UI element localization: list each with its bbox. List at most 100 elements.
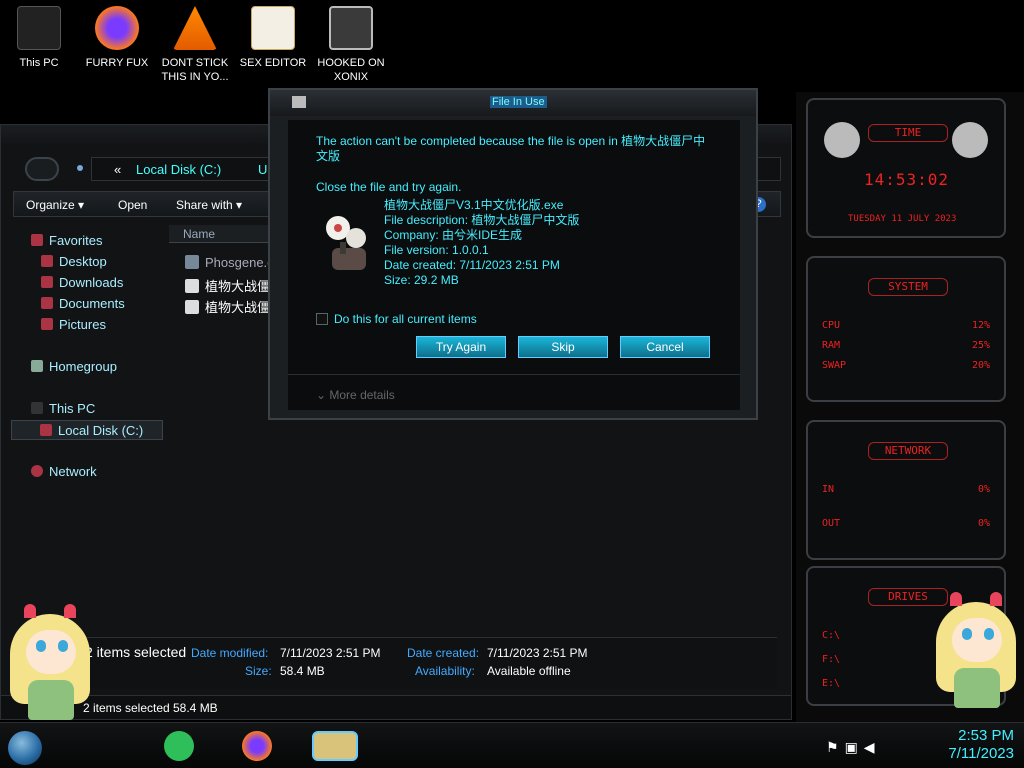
status-bar: 2 items selected 58.4 MB [1, 695, 791, 719]
alien-head-icon [952, 122, 988, 158]
cartoon-character-left [2, 600, 98, 720]
skip-button[interactable]: Skip [518, 336, 608, 358]
gadget-title: SYSTEM [868, 278, 948, 296]
nav-downloads[interactable]: Downloads [41, 275, 123, 290]
desktop-icon-vlc[interactable]: DONT STICK THIS IN YO... [158, 6, 232, 84]
recent-dot-icon [77, 165, 83, 171]
vlc-cone-icon [173, 6, 217, 50]
xonix-game-icon [329, 6, 373, 50]
dialog-separator [288, 374, 740, 375]
file-info: 植物大战僵尸V3.1中文优化版.exe File description: 植物… [384, 198, 579, 288]
nav-documents[interactable]: Documents [41, 296, 125, 311]
nav-local-disk[interactable]: Local Disk (C:) [11, 420, 163, 440]
more-details-toggle[interactable]: ⌄ More details [316, 388, 395, 402]
status-size: 58.4 MB [173, 701, 218, 715]
swap-value: 20% [971, 360, 990, 371]
chat-app-icon[interactable] [164, 731, 194, 761]
file-name: 植物大战僵尸V3.1中文优化版.exe [384, 198, 564, 212]
details-date-created: 7/11/2023 2:51 PM [487, 646, 588, 660]
computer-icon [31, 402, 43, 414]
details-count: 2 items selected [85, 644, 187, 660]
start-button[interactable] [8, 731, 42, 765]
clock-time: 14:53:02 [864, 170, 950, 189]
network-gadget: NETWORK IN 0% OUT 0% [806, 420, 1006, 560]
desktop-icon-xonix[interactable]: HOOKED ON XONIX [314, 6, 388, 84]
nav-this-pc[interactable]: This PC [31, 401, 95, 416]
open-button[interactable]: Open [118, 198, 147, 212]
system-gadget: SYSTEM CPU 12% RAM 25% SWAP 20% [806, 256, 1006, 402]
network-tray-icon[interactable]: ▣ [845, 739, 864, 755]
drive-e: E:\ [822, 678, 841, 689]
drive-icon [40, 424, 52, 436]
taskbar-time: 2:53 PM [958, 727, 1014, 744]
file-description: File description: 植物大战僵尸中文版 [384, 213, 580, 227]
gadget-title: TIME [868, 124, 948, 142]
breadcrumb-local-disk[interactable]: Local Disk (C:) [136, 162, 221, 177]
drive-c: C:\ [822, 630, 841, 641]
plant-app-icon [185, 279, 199, 293]
dialog-message: The action can't be completed because th… [316, 134, 706, 163]
desktop: This PC FURRY FUX DONT STICK THIS IN YO.… [0, 0, 1024, 768]
firefox-icon [95, 6, 139, 50]
details-size: 58.4 MB [280, 664, 325, 678]
navigation-pane: Favorites Desktop Downloads Documents Pi… [11, 225, 165, 655]
cpu-value: 12% [971, 320, 990, 331]
desktop-icon-label: FURRY FUX [85, 57, 149, 69]
desktop-icon-editor[interactable]: SEX EDITOR [236, 6, 310, 70]
taskbar-date: 7/11/2023 [948, 745, 1014, 762]
exe-file-icon [185, 255, 199, 269]
dialog-title-bar[interactable]: File In Use [270, 90, 756, 116]
desktop-icon-label: This PC [19, 57, 59, 69]
dialog-body: The action can't be completed because th… [288, 120, 740, 410]
clock[interactable]: 2:53 PM 7/11/2023 [904, 727, 1014, 763]
breadcrumb-chevron[interactable]: « [114, 162, 121, 177]
plant-app-icon [185, 300, 199, 314]
file-transfer-icon [292, 96, 306, 108]
nav-desktop[interactable]: Desktop [41, 254, 107, 269]
try-again-button[interactable]: Try Again [416, 336, 506, 358]
checkbox-box[interactable] [316, 313, 328, 325]
gadget-title: NETWORK [868, 442, 948, 460]
pictures-icon [41, 318, 53, 330]
nav-network[interactable]: Network [31, 464, 97, 479]
desktop-icon [41, 255, 53, 267]
documents-icon [41, 297, 53, 309]
desktop-icon-firefox[interactable]: FURRY FUX [80, 6, 154, 70]
file-version: File version: 1.0.0.1 [384, 243, 489, 257]
time-gadget: TIME 14:53:02 TUESDAY 11 JULY 2023 [806, 98, 1006, 238]
file-item-selected[interactable]: 植物大战僵 [185, 276, 270, 295]
dialog-title: File In Use [490, 96, 547, 108]
star-icon [31, 234, 43, 246]
drive-f: F:\ [822, 654, 841, 665]
desktop-icon-label: DONT STICK THIS IN YO... [161, 57, 229, 83]
nav-pictures[interactable]: Pictures [41, 317, 106, 332]
file-item-selected[interactable]: 植物大战僵 [185, 297, 270, 316]
share-with-button[interactable]: Share with ▾ [176, 198, 242, 212]
clock-date: TUESDAY 11 JULY 2023 [848, 214, 957, 224]
do-for-all-checkbox[interactable]: Do this for all current items [316, 312, 477, 326]
network-in-value: 0% [977, 484, 990, 495]
ram-value: 25% [971, 340, 990, 351]
taskbar: ⚑▣◀ 2:53 PM 7/11/2023 [0, 722, 1024, 768]
network-out-value: 0% [977, 518, 990, 529]
desktop-icon-this-pc[interactable]: This PC [2, 6, 76, 70]
back-button[interactable] [25, 157, 59, 181]
volume-icon[interactable]: ◀ [864, 739, 881, 755]
dialog-instruction: Close the file and try again. [316, 180, 462, 194]
desktop-icon-label: HOOKED ON XONIX [317, 57, 385, 83]
firefox-icon[interactable] [242, 731, 272, 761]
system-tray: ⚑▣◀ [826, 739, 881, 756]
alien-head-icon [824, 122, 860, 158]
cancel-button[interactable]: Cancel [620, 336, 710, 358]
desktop-icon-label: SEX EDITOR [239, 57, 307, 69]
file-company: Company: 由兮米IDE生成 [384, 228, 523, 242]
organize-button[interactable]: Organize ▾ [26, 198, 84, 212]
cartoon-character-right [928, 588, 1024, 708]
network-icon [31, 465, 43, 477]
flag-icon[interactable]: ⚑ [826, 739, 845, 755]
details-pane: 2 items selected Date modified: 7/11/202… [77, 637, 777, 689]
nav-favorites[interactable]: Favorites [31, 233, 102, 248]
file-date-created: Date created: 7/11/2023 2:51 PM [384, 258, 560, 272]
nav-homegroup[interactable]: Homegroup [31, 359, 117, 374]
file-explorer-icon[interactable] [312, 731, 358, 761]
